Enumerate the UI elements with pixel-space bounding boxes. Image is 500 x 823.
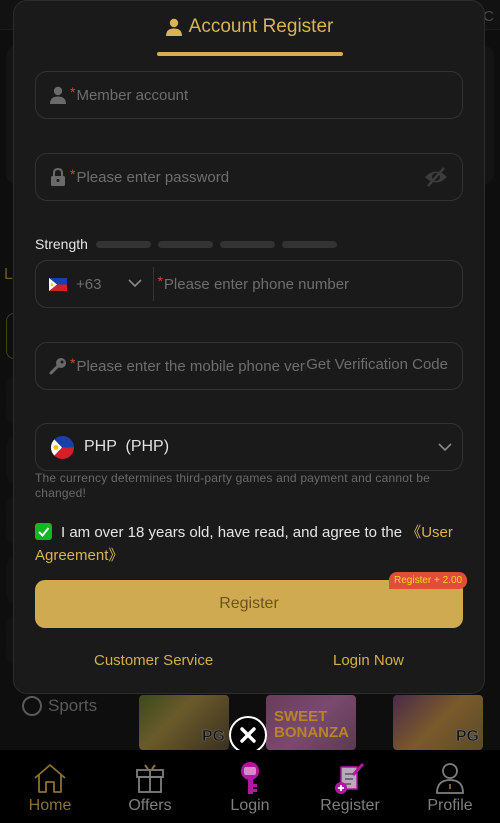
required-marker: * [157, 273, 163, 289]
game-title-label: SWEET BONANZA [274, 708, 349, 741]
bottom-navigation: Home Offers Login Register Profile [0, 750, 500, 823]
game-provider-label: PG [455, 728, 480, 746]
member-account-field[interactable]: * Member account [35, 71, 463, 119]
user-icon [165, 18, 182, 36]
home-icon [33, 762, 67, 794]
required-marker: * [70, 355, 76, 371]
soccer-ball-icon [22, 696, 42, 716]
password-strength-meter: Strength [35, 236, 337, 252]
chevron-down-icon [438, 439, 452, 457]
required-marker: * [70, 84, 76, 100]
customer-service-link[interactable]: Customer Service [94, 652, 213, 669]
verification-code-field[interactable]: * Please enter the mobile phone verifica… [35, 342, 463, 390]
game-tile[interactable]: PG [393, 695, 483, 750]
register-modal: Account Register * Member account * Plea… [13, 0, 485, 694]
phone-number-input[interactable]: Please enter phone number [164, 276, 349, 293]
nav-offers[interactable]: Offers [100, 750, 200, 823]
philippines-flag-icon [49, 277, 67, 291]
game-tile[interactable]: PG [139, 695, 229, 750]
strength-segment [95, 240, 151, 248]
strength-segment [219, 240, 275, 248]
verification-code-input[interactable]: Please enter the mobile phone verificat.… [76, 358, 306, 375]
key-icon [233, 762, 267, 794]
eye-slash-icon[interactable] [424, 167, 448, 192]
member-account-input[interactable]: Member account [76, 87, 188, 104]
close-icon [240, 727, 256, 743]
modal-title[interactable]: Account Register [14, 16, 484, 38]
get-verification-code-button[interactable]: Get Verification Code [306, 356, 448, 373]
user-icon [49, 86, 67, 104]
chevron-down-icon [128, 275, 143, 293]
nav-home[interactable]: Home [0, 750, 100, 823]
phone-field[interactable]: +63 * Please enter phone number [35, 260, 463, 308]
gift-icon [133, 762, 167, 794]
checkmark-icon [38, 527, 50, 537]
field-divider [153, 267, 155, 301]
sidebar-item-label: Sports [48, 696, 98, 715]
nav-register[interactable]: Register [300, 750, 400, 823]
tab-underline [157, 52, 343, 56]
key-icon [49, 357, 67, 375]
password-field[interactable]: * Please enter password [35, 153, 463, 201]
nav-login[interactable]: Login [200, 750, 300, 823]
nav-label: Home [28, 797, 72, 814]
login-now-link[interactable]: Login Now [333, 652, 404, 669]
nav-label: Offers [128, 797, 172, 814]
required-marker: * [70, 166, 76, 182]
agreement-row: I am over 18 years old, have read, and a… [35, 521, 465, 567]
modal-title-text: Account Register [188, 16, 334, 37]
strength-segment [157, 240, 213, 248]
profile-icon [433, 762, 467, 794]
country-code: +63 [76, 275, 102, 293]
game-provider-label: PG [201, 728, 226, 746]
game-tile[interactable]: SWEET BONANZA [266, 695, 356, 750]
nav-label: Login [230, 797, 270, 814]
strength-label: Strength [35, 236, 88, 252]
nav-label: Register [320, 797, 380, 814]
philippines-flag-icon [51, 435, 74, 459]
agreement-checkbox[interactable] [35, 523, 52, 540]
nav-profile[interactable]: Profile [400, 750, 500, 823]
currency-select[interactable]: PHP (PHP) [35, 423, 463, 471]
currency-hint: The currency determines third-party game… [35, 471, 430, 500]
strength-segment [281, 240, 337, 248]
background-partial-text: L [4, 266, 13, 283]
country-code-selector[interactable]: +63 [49, 275, 143, 293]
agreement-text: I am over 18 years old, have read, and a… [61, 524, 407, 541]
currency-value: PHP (PHP) [84, 438, 170, 455]
password-input[interactable]: Please enter password [76, 169, 229, 186]
lock-icon [49, 168, 67, 186]
close-modal-button[interactable] [229, 716, 267, 754]
register-form-icon [333, 762, 367, 794]
register-bonus-badge: Register + 2.00 [389, 572, 468, 589]
nav-label: Profile [427, 797, 473, 814]
